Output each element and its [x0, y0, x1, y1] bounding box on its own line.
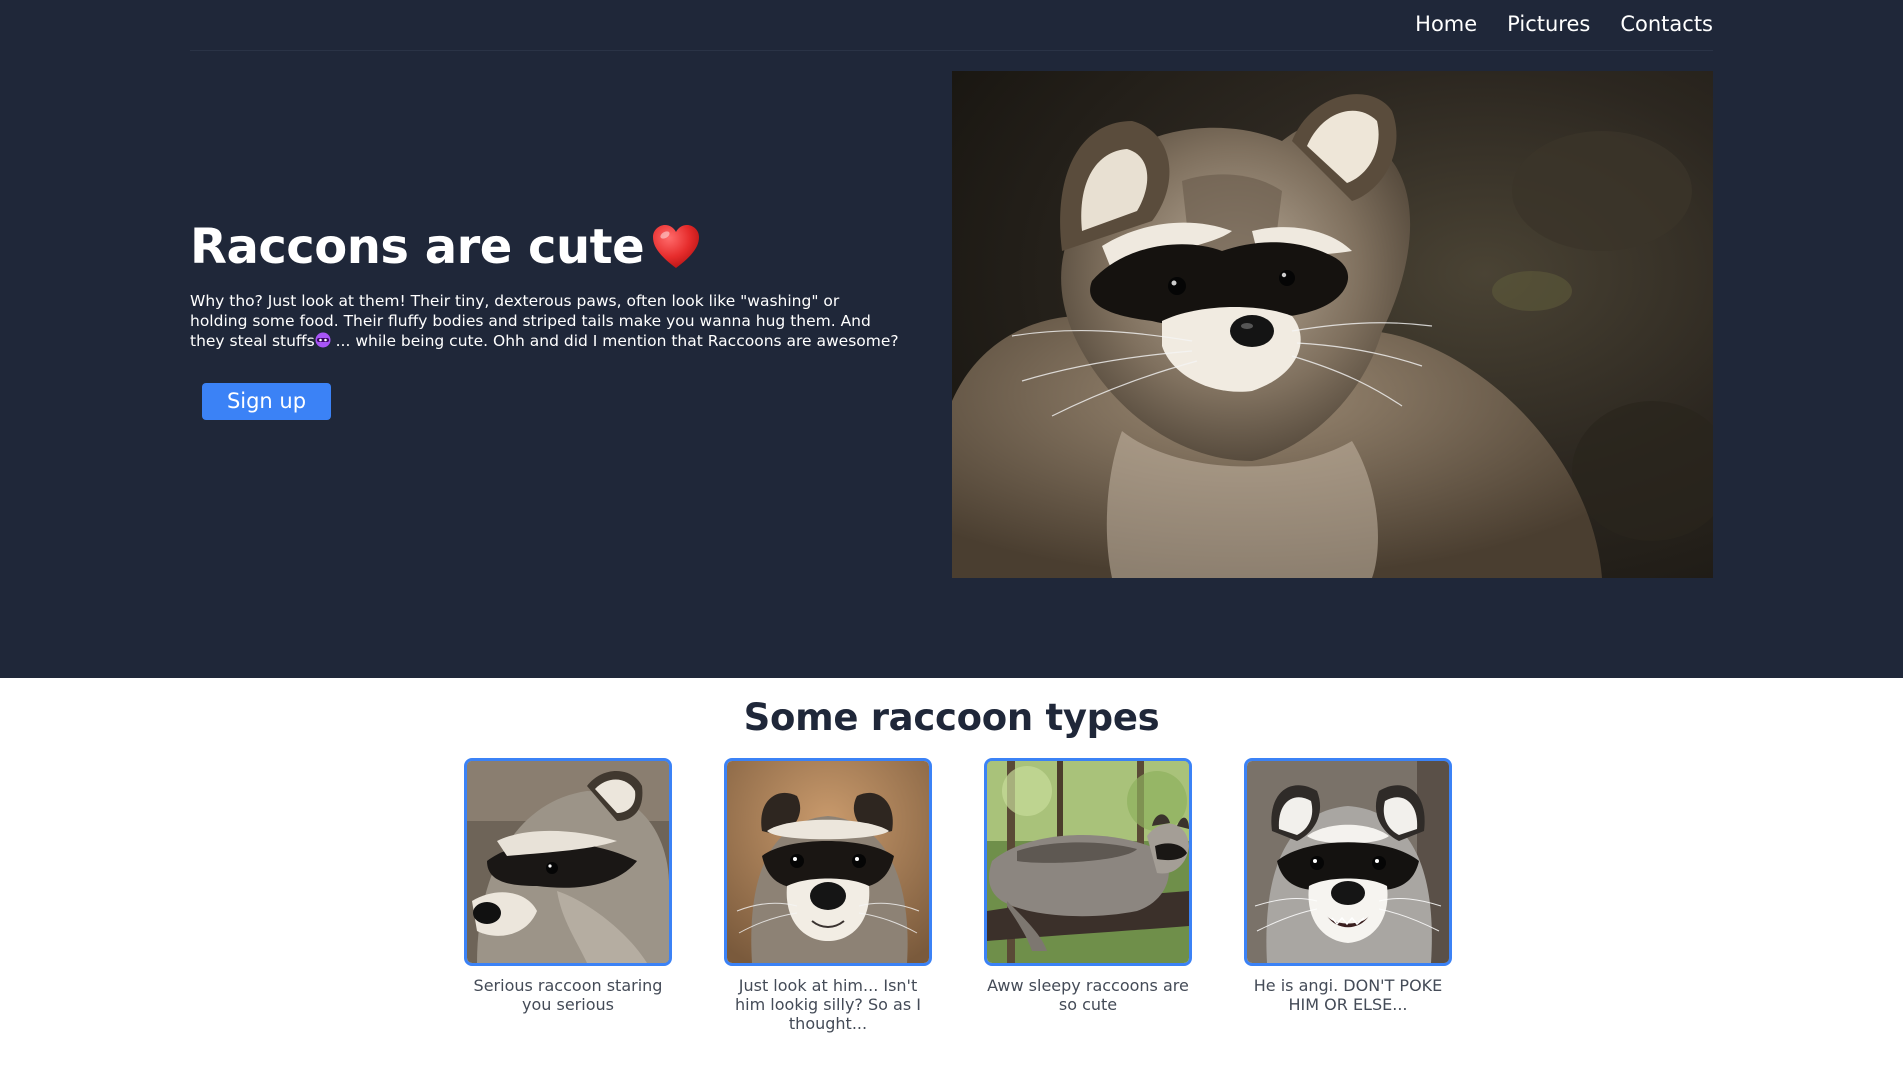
- sleepy-raccoon-photo[interactable]: [984, 758, 1192, 966]
- angry-raccoon-photo[interactable]: [1244, 758, 1452, 966]
- nav-links: Home Pictures Contacts: [1415, 12, 1713, 36]
- types-section: Some raccoon types Serious raccoon stari…: [0, 678, 1903, 1079]
- hero-section: Home Pictures Contacts Raccons are cute: [0, 0, 1903, 678]
- types-cards: Serious raccoon staring you serious Just…: [462, 758, 1454, 1033]
- heart-icon: [650, 222, 702, 272]
- raccoon-portrait-photo: [952, 71, 1713, 578]
- silly-raccoon-photo[interactable]: [724, 758, 932, 966]
- type-card-serious: Serious raccoon staring you serious: [462, 758, 674, 1033]
- nav-link-pictures[interactable]: Pictures: [1507, 12, 1590, 36]
- hero-content: Raccons are cute Why tho? Just look at t…: [190, 215, 900, 420]
- nav-link-home[interactable]: Home: [1415, 12, 1477, 36]
- type-card-silly: Just look at him... Isn't him lookig sil…: [722, 758, 934, 1033]
- type-card-sleepy: Aww sleepy raccoons are so cute: [982, 758, 1194, 1033]
- type-card-caption: He is angi. DON'T POKE HIM OR ELSE...: [1253, 976, 1443, 1014]
- type-card-angry: He is angi. DON'T POKE HIM OR ELSE...: [1242, 758, 1454, 1033]
- type-card-caption: Just look at him... Isn't him lookig sil…: [735, 976, 921, 1033]
- top-nav: Home Pictures Contacts: [190, 0, 1713, 51]
- hero-text-part2: ... while being cute. Ohh and did I ment…: [330, 332, 899, 350]
- hero-description: Why tho? Just look at them! Their tiny, …: [190, 291, 900, 351]
- serious-raccoon-photo[interactable]: [464, 758, 672, 966]
- hero-title-text: Raccons are cute: [190, 219, 645, 275]
- type-card-caption: Aww sleepy raccoons are so cute: [987, 976, 1189, 1014]
- types-title: Some raccoon types: [743, 696, 1160, 739]
- type-card-caption: Serious raccoon staring you serious: [473, 976, 663, 1014]
- mask-icon: [315, 332, 331, 348]
- hero-title: Raccons are cute: [190, 215, 900, 279]
- signup-button[interactable]: Sign up: [202, 383, 331, 420]
- nav-link-contacts[interactable]: Contacts: [1620, 12, 1713, 36]
